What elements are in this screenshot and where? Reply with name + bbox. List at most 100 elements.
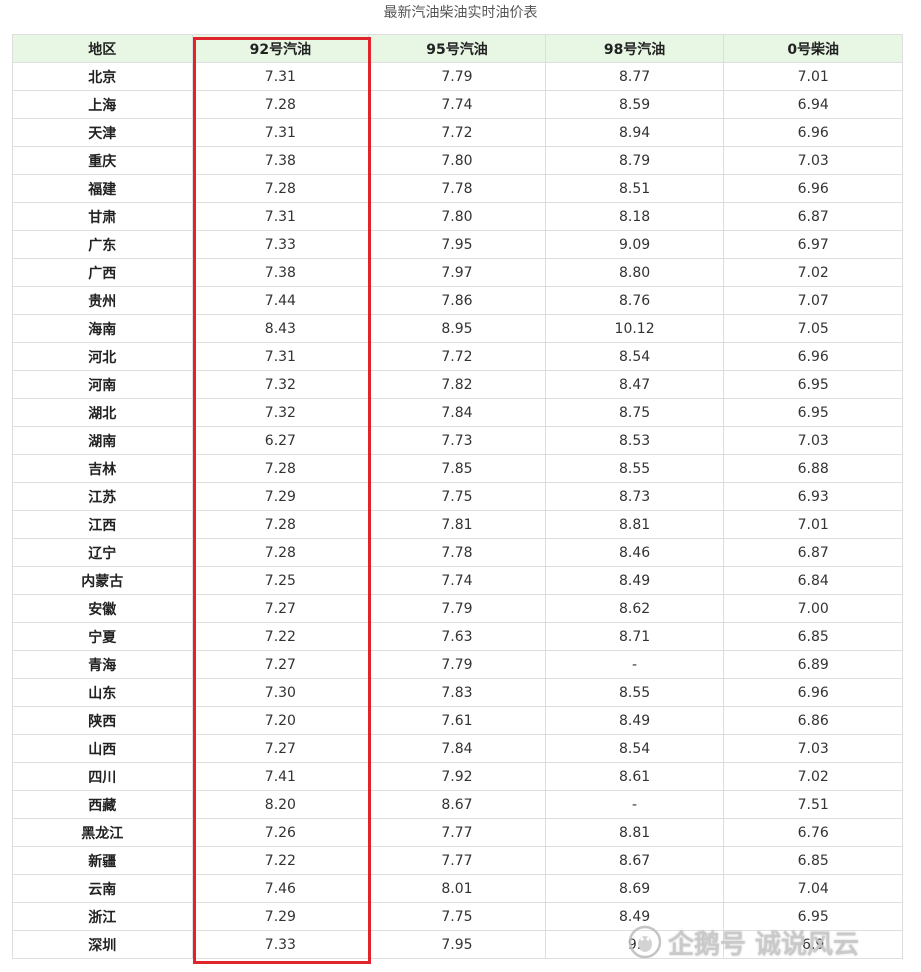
cell-region: 山西 [12,734,193,763]
cell-region: 四川 [12,762,193,791]
cell-92-gasoline: 7.44 [191,286,370,315]
cell-95-gasoline: 7.81 [368,510,546,539]
cell-98-gasoline: 8.69 [544,874,725,903]
cell-0-diesel: 7.01 [723,62,903,91]
cell-98-gasoline: - [544,650,725,679]
cell-region: 浙江 [12,902,193,931]
cell-95-gasoline: 7.84 [368,398,546,427]
cell-0-diesel: 6.93 [723,482,903,511]
cell-95-gasoline: 7.82 [368,370,546,399]
cell-95-gasoline: 7.85 [368,454,546,483]
cell-92-gasoline: 7.27 [191,734,370,763]
table-row: 湖北 7.32 7.84 8.75 6.95 [12,398,903,427]
cell-92-gasoline: 7.31 [191,342,370,371]
table-row: 福建 7.28 7.78 8.51 6.96 [12,174,903,203]
cell-98-gasoline: 8.55 [544,678,725,707]
watermark-text: 企鹅号 诚说风云 [668,929,860,960]
table-row: 西藏 8.20 8.67-7.51 [12,790,903,819]
table-row: 贵州 7.44 7.86 8.76 7.07 [12,286,903,315]
cell-region: 山东 [12,678,193,707]
cell-0-diesel: 6.94 [723,90,903,119]
cell-95-gasoline: 8.67 [368,790,546,819]
cell-95-gasoline: 7.61 [368,706,546,735]
oil-price-table: 地区 92号汽油 95号汽油 98号汽油 0号柴油 北京 7.31 7.79 8.77… [12,34,903,959]
cell-92-gasoline: 7.32 [191,398,370,427]
table-row: 宁夏 7.22 7.63 8.71 6.85 [12,622,903,651]
table-row: 山东 7.30 7.83 8.55 6.96 [12,678,903,707]
cell-98-gasoline: 8.55 [544,454,725,483]
cell-98-gasoline: 8.18 [544,202,725,231]
cell-0-diesel: 6.95 [723,370,903,399]
cell-0-diesel: 6.96 [723,678,903,707]
cell-0-diesel: 7.01 [723,510,903,539]
cell-region: 上海 [12,90,193,119]
cell-98-gasoline: - [544,790,725,819]
cell-region: 吉林 [12,454,193,483]
cell-region: 海南 [12,314,193,343]
cell-92-gasoline: 8.43 [191,314,370,343]
cell-98-gasoline: 8.77 [544,62,725,91]
cell-92-gasoline: 7.28 [191,510,370,539]
cell-92-gasoline: 7.28 [191,174,370,203]
cell-region: 湖南 [12,426,193,455]
table-row: 内蒙古 7.25 7.74 8.49 6.84 [12,566,903,595]
cell-95-gasoline: 7.79 [368,594,546,623]
page-title: 最新汽油柴油实时油价表 [383,5,538,21]
table-row: 四川 7.41 7.92 8.61 7.02 [12,762,903,791]
cell-region: 河南 [12,370,193,399]
cell-92-gasoline: 7.29 [191,902,370,931]
cell-92-gasoline: 7.38 [191,146,370,175]
cell-98-gasoline: 8.61 [544,762,725,791]
cell-98-gasoline: 8.80 [544,258,725,287]
cell-0-diesel: 6.85 [723,846,903,875]
cell-92-gasoline: 7.22 [191,622,370,651]
penguin-icon [628,925,662,959]
cell-92-gasoline: 7.28 [191,538,370,567]
cell-region: 江西 [12,510,193,539]
table-row: 广西 7.38 7.97 8.80 7.02 [12,258,903,287]
cell-95-gasoline: 7.72 [368,342,546,371]
cell-0-diesel: 7.02 [723,258,903,287]
cell-region: 西藏 [12,790,193,819]
cell-95-gasoline: 7.83 [368,678,546,707]
cell-region: 北京 [12,62,193,91]
cell-95-gasoline: 7.80 [368,146,546,175]
cell-98-gasoline: 8.62 [544,594,725,623]
cell-95-gasoline: 7.74 [368,90,546,119]
cell-region: 陕西 [12,706,193,735]
table-row: 江西 7.28 7.81 8.81 7.01 [12,510,903,539]
cell-0-diesel: 7.51 [723,790,903,819]
cell-region: 江苏 [12,482,193,511]
cell-0-diesel: 6.96 [723,174,903,203]
cell-92-gasoline: 7.25 [191,566,370,595]
cell-98-gasoline: 8.54 [544,734,725,763]
cell-0-diesel: 6.87 [723,202,903,231]
table-row: 陕西 7.20 7.61 8.49 6.86 [12,706,903,735]
cell-region: 重庆 [12,146,193,175]
cell-95-gasoline: 7.95 [368,230,546,259]
cell-0-diesel: 7.03 [723,146,903,175]
cell-92-gasoline: 7.46 [191,874,370,903]
cell-0-diesel: 7.05 [723,314,903,343]
table-row: 黑龙江 7.26 7.77 8.81 6.76 [12,818,903,847]
cell-0-diesel: 6.96 [723,118,903,147]
table-row: 湖南 6.27 7.73 8.53 7.03 [12,426,903,455]
cell-98-gasoline: 8.47 [544,370,725,399]
table-row: 天津 7.31 7.72 8.94 6.96 [12,118,903,147]
cell-92-gasoline: 7.31 [191,62,370,91]
cell-95-gasoline: 7.79 [368,650,546,679]
cell-region: 云南 [12,874,193,903]
table-row: 海南 8.43 8.95 10.12 7.05 [12,314,903,343]
cell-region: 辽宁 [12,538,193,567]
cell-95-gasoline: 7.86 [368,286,546,315]
cell-98-gasoline: 8.76 [544,286,725,315]
cell-95-gasoline: 7.79 [368,62,546,91]
cell-region: 甘肃 [12,202,193,231]
cell-92-gasoline: 7.41 [191,762,370,791]
cell-0-diesel: 6.84 [723,566,903,595]
table-header-row: 地区 92号汽油 95号汽油 98号汽油 0号柴油 [12,34,903,63]
cell-0-diesel: 6.76 [723,818,903,847]
cell-95-gasoline: 7.80 [368,202,546,231]
cell-95-gasoline: 7.78 [368,538,546,567]
cell-region: 湖北 [12,398,193,427]
